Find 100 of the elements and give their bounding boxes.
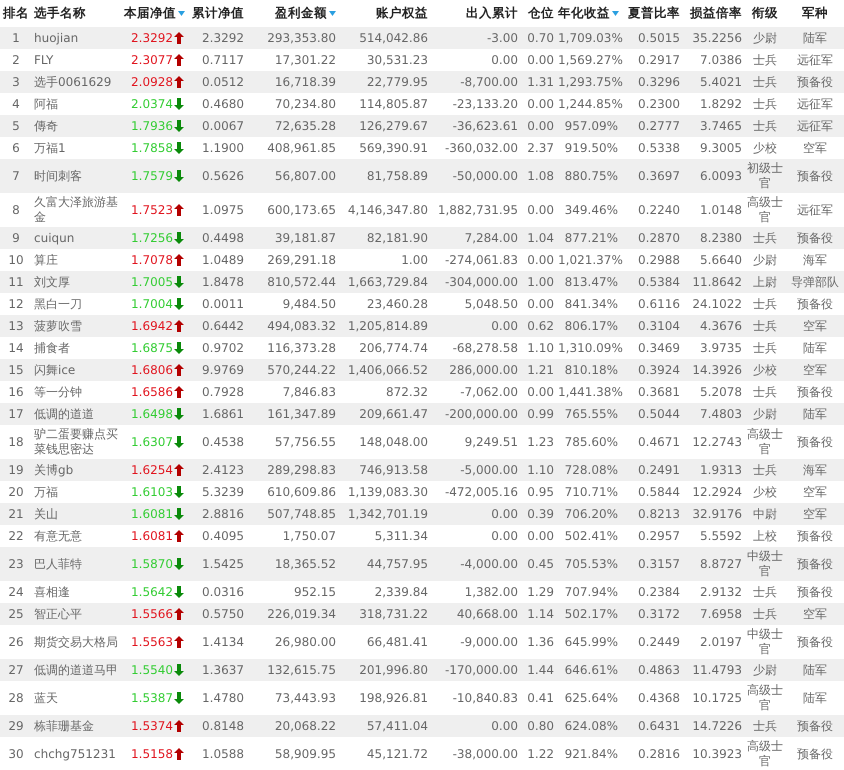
equity-cell: 5,311.34 bbox=[374, 528, 428, 542]
sharpe-cell: 0.5015 bbox=[638, 30, 680, 44]
equity-cell: 4,146,347.80 bbox=[348, 202, 428, 216]
branch-cell: 预备役 bbox=[797, 230, 833, 244]
down-arrow-icon bbox=[174, 170, 184, 182]
column-header[interactable]: 年化收益 bbox=[558, 5, 610, 22]
pl-ratio-cell: 7.6958 bbox=[700, 606, 742, 620]
equity-cell: 82,181.90 bbox=[366, 230, 428, 244]
sharpe-cell: 0.5338 bbox=[638, 140, 680, 154]
annual-return-cell: 957.09% bbox=[564, 118, 618, 132]
pl-ratio-cell: 14.3926 bbox=[692, 362, 742, 376]
flow-cell: -68,278.58 bbox=[452, 340, 518, 354]
flow-cell: 0.00 bbox=[491, 718, 518, 732]
pl-ratio-cell: 2.0197 bbox=[700, 634, 742, 648]
rank-cell: 27 bbox=[8, 662, 24, 676]
player-name: 蓝天 bbox=[34, 690, 58, 704]
rank-cell: 9 bbox=[12, 230, 20, 244]
grade-cell: 士兵 bbox=[753, 384, 777, 398]
cumulative-nav-cell: 1.0489 bbox=[202, 252, 244, 266]
flow-cell: -50,000.00 bbox=[452, 168, 518, 182]
net-value-cell: 1.7005 bbox=[131, 274, 173, 290]
pl-ratio-cell: 2.9132 bbox=[700, 584, 742, 598]
sharpe-cell: 0.2988 bbox=[638, 252, 680, 266]
grade-cell: 初级士官 bbox=[747, 161, 783, 190]
annual-return-cell: 841.34% bbox=[564, 296, 618, 310]
player-name: FLY bbox=[34, 52, 54, 66]
player-name: 驴二蛋要赚点买菜钱思密达 bbox=[34, 427, 118, 456]
pl-ratio-cell: 10.1725 bbox=[692, 690, 742, 704]
grade-cell: 士兵 bbox=[753, 52, 777, 66]
annual-return-cell: 1,569.27% bbox=[558, 52, 623, 66]
flow-cell: -3.00 bbox=[486, 30, 518, 44]
down-arrow-icon bbox=[174, 508, 184, 520]
position-cell: 0.39 bbox=[527, 506, 554, 520]
rank-cell: 20 bbox=[8, 484, 24, 498]
pl-ratio-cell: 1.8292 bbox=[700, 96, 742, 110]
profit-cell: 570,244.22 bbox=[267, 362, 336, 376]
position-cell: 0.99 bbox=[527, 406, 554, 420]
grade-cell: 少校 bbox=[753, 140, 777, 154]
player-name: 期货交易大格局 bbox=[34, 634, 118, 648]
position-cell: 1.10 bbox=[527, 462, 554, 476]
flow-cell: 40,668.00 bbox=[456, 606, 518, 620]
column-header[interactable]: 盈利金额 bbox=[275, 5, 327, 22]
up-arrow-icon bbox=[174, 720, 184, 732]
sharpe-cell: 0.5384 bbox=[638, 274, 680, 288]
sort-icon[interactable] bbox=[612, 11, 619, 16]
pl-ratio-cell: 3.9735 bbox=[700, 340, 742, 354]
up-arrow-icon bbox=[174, 636, 184, 648]
grade-cell: 上校 bbox=[753, 528, 777, 542]
branch-cell: 导弹部队 bbox=[791, 274, 839, 288]
net-value-cell: 1.7579 bbox=[131, 168, 173, 184]
down-arrow-icon bbox=[174, 558, 184, 570]
position-cell: 1.22 bbox=[527, 746, 554, 760]
column-header[interactable]: 本届净值 bbox=[124, 5, 176, 22]
sharpe-cell: 0.4368 bbox=[638, 690, 680, 704]
column-header: 衔级 bbox=[752, 5, 778, 22]
sharpe-cell: 0.2777 bbox=[638, 118, 680, 132]
cumulative-nav-cell: 0.9702 bbox=[202, 340, 244, 354]
flow-cell: -360,032.00 bbox=[444, 140, 518, 154]
sort-icon[interactable] bbox=[178, 11, 185, 16]
player-name: 黑白一刀 bbox=[34, 296, 82, 310]
cumulative-nav-cell: 0.0011 bbox=[202, 296, 244, 310]
sharpe-cell: 0.4671 bbox=[638, 434, 680, 448]
annual-return-cell: 1,244.85% bbox=[558, 96, 623, 110]
branch-cell: 预备役 bbox=[797, 746, 833, 760]
pl-ratio-cell: 5.5592 bbox=[700, 528, 742, 542]
net-value-cell: 1.5540 bbox=[131, 662, 173, 678]
player-name: chchg751231 bbox=[34, 746, 116, 760]
annual-return-cell: 1,293.75% bbox=[558, 74, 623, 88]
cumulative-nav-cell: 1.4134 bbox=[202, 634, 244, 648]
pl-ratio-cell: 1.9313 bbox=[700, 462, 742, 476]
pl-ratio-cell: 1.0148 bbox=[700, 202, 742, 216]
pl-ratio-cell: 35.2256 bbox=[692, 30, 742, 44]
flow-cell: 0.00 bbox=[491, 318, 518, 332]
pl-ratio-cell: 4.3676 bbox=[700, 318, 742, 332]
up-arrow-icon bbox=[174, 748, 184, 760]
flow-cell: 1,382.00 bbox=[464, 584, 518, 598]
cumulative-nav-cell: 1.3637 bbox=[202, 662, 244, 676]
rank-cell: 28 bbox=[8, 690, 24, 704]
down-arrow-icon bbox=[174, 232, 184, 244]
profit-cell: 610,609.86 bbox=[267, 484, 336, 498]
flow-cell: 7,284.00 bbox=[464, 230, 518, 244]
net-value-cell: 1.5387 bbox=[131, 690, 173, 706]
grade-cell: 士兵 bbox=[753, 462, 777, 476]
grade-cell: 高级士官 bbox=[747, 427, 783, 456]
sort-icon[interactable] bbox=[329, 11, 336, 16]
annual-return-cell: 349.46% bbox=[564, 202, 618, 216]
sharpe-cell: 0.2957 bbox=[638, 528, 680, 542]
player-name: 喜相逢 bbox=[34, 584, 70, 598]
player-name: 低调的道道马甲 bbox=[34, 662, 118, 676]
net-value-cell: 1.6498 bbox=[131, 406, 173, 422]
rank-cell: 17 bbox=[8, 406, 24, 420]
net-value-cell: 2.3077 bbox=[131, 52, 173, 68]
player-name: 智正心平 bbox=[34, 606, 82, 620]
flow-cell: -9,000.00 bbox=[460, 634, 518, 648]
profit-cell: 600,173.65 bbox=[267, 202, 336, 216]
equity-cell: 66,481.41 bbox=[366, 634, 428, 648]
down-arrow-icon bbox=[174, 298, 184, 310]
equity-cell: 1,139,083.30 bbox=[348, 484, 428, 498]
equity-cell: 746,913.58 bbox=[359, 462, 428, 476]
cumulative-nav-cell: 0.0316 bbox=[202, 584, 244, 598]
